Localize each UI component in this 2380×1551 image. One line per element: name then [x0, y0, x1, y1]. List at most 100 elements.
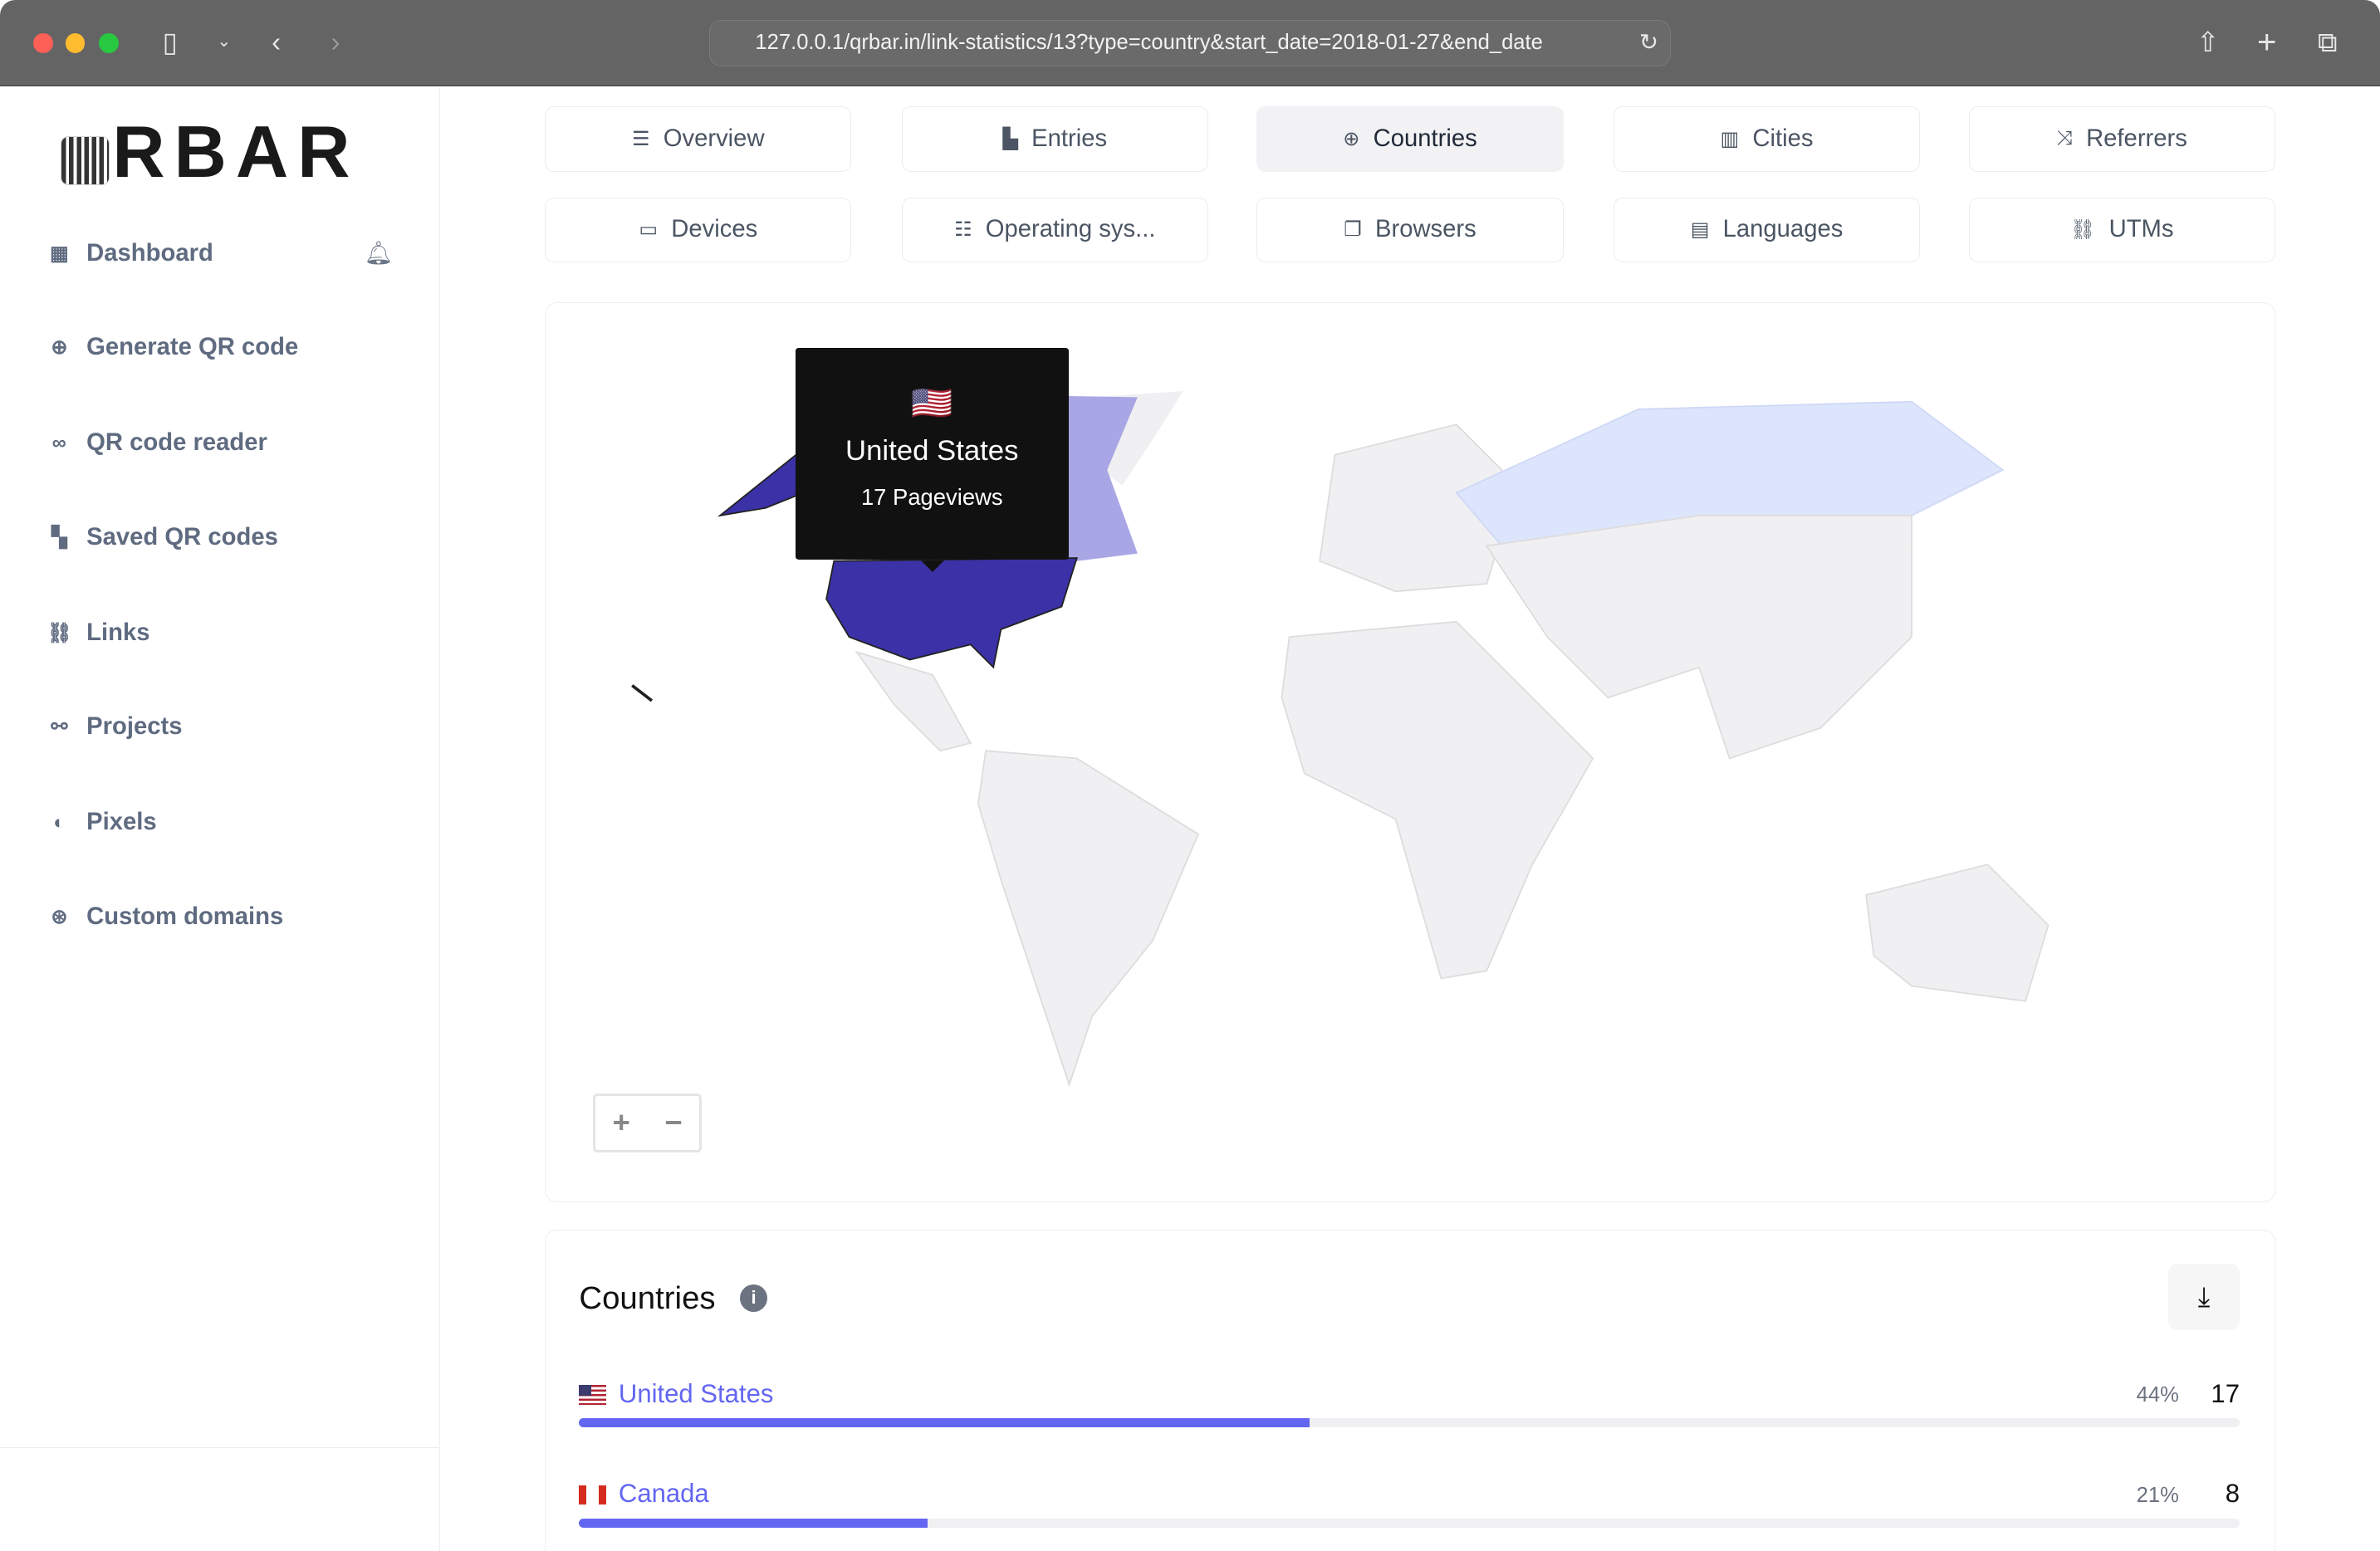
map-tooltip: 🇺🇸 United States 17 Pageviews — [795, 347, 1069, 573]
us-flag-icon — [579, 1384, 607, 1405]
download-button[interactable]: ⤓ — [2168, 1263, 2240, 1331]
tooltip-value: 17 Pageviews — [860, 484, 1003, 511]
sidebar-item-generate-qr[interactable]: ⊕ Generate QR code — [47, 334, 299, 361]
share-icon[interactable]: ⇧ — [2196, 24, 2220, 61]
tab-label: Referrers — [2086, 125, 2187, 152]
sidebar-item-links[interactable]: ⛓ Links — [47, 619, 150, 647]
tab-entries[interactable]: ▙ Entries — [901, 105, 1208, 172]
forward-icon[interactable]: › — [331, 24, 340, 61]
tab-label: Overview — [663, 125, 765, 152]
link-icon: ⛓ — [47, 621, 72, 644]
tab-browsers[interactable]: ❐ Browsers — [1256, 197, 1564, 263]
tab-label: UTMs — [2108, 216, 2174, 243]
map-australia — [1865, 863, 2049, 1002]
tab-referrers[interactable]: ⤨ Referrers — [1968, 105, 2275, 172]
table-icon: ▦ — [50, 242, 69, 265]
sidebar-item-label: Links — [86, 619, 150, 646]
tab-label: Operating sys... — [985, 216, 1156, 243]
zoom-in-button[interactable]: + — [595, 1096, 648, 1150]
tabs-overview-icon[interactable]: ⧉ — [2318, 24, 2337, 61]
country-count: 8 — [2225, 1479, 2240, 1509]
laptop-icon: ▭ — [639, 218, 658, 242]
qr-logo-icon — [61, 136, 110, 185]
server-icon: ☷ — [954, 218, 972, 242]
address-bar[interactable]: 127.0.0.1/qrbar.in/link-statistics/13?ty… — [708, 19, 1672, 67]
chart-icon: ▙ — [1002, 127, 1018, 150]
sidebar-item-custom-domains[interactable]: ⊛ Custom domains — [47, 903, 284, 931]
globe-icon: ⊕ — [1343, 127, 1360, 150]
url-text: 127.0.0.1/qrbar.in/link-statistics/13?ty… — [755, 30, 1543, 54]
qr-icon: ▚ — [51, 526, 67, 549]
new-tab-icon[interactable]: + — [2257, 24, 2276, 61]
country-link[interactable]: Canada — [619, 1479, 709, 1509]
globe-icon: ⊛ — [51, 905, 68, 928]
tab-label: Cities — [1752, 125, 1814, 152]
plus-circle-icon: ⊕ — [51, 336, 68, 360]
logo[interactable]: RBAR — [61, 110, 360, 193]
map-usa — [825, 556, 1079, 669]
sidebar-footer-divider — [0, 1446, 439, 1448]
tab-cities[interactable]: ▥ Cities — [1613, 105, 1921, 172]
countries-title: Countries — [579, 1279, 716, 1316]
sidebar-item-label: Custom domains — [86, 903, 284, 930]
city-icon: ▥ — [1720, 127, 1739, 150]
sidebar-item-saved-qr[interactable]: ▚ Saved QR codes — [47, 524, 278, 551]
close-window-button[interactable] — [33, 33, 53, 53]
sidebar-item-dashboard[interactable]: ▦ Dashboard — [47, 240, 213, 267]
country-count: 17 — [2211, 1378, 2240, 1408]
tab-label: Countries — [1373, 125, 1477, 152]
map-hawaii — [631, 683, 654, 702]
window-icon: ❐ — [1344, 218, 1362, 242]
sidebar-item-label: Dashboard — [86, 239, 213, 267]
progress-fill — [579, 1518, 928, 1528]
info-icon[interactable]: i — [740, 1284, 768, 1313]
country-progress-bar — [579, 1518, 2240, 1528]
tab-utms[interactable]: ⛓ UTMs — [1968, 197, 2275, 263]
sidebar-item-label: Projects — [86, 713, 183, 741]
chevron-down-icon[interactable]: ⌄ — [217, 24, 231, 61]
sidebar-item-projects[interactable]: ⚯ Projects — [47, 713, 183, 741]
tab-languages[interactable]: ▤ Languages — [1613, 197, 1921, 263]
zoom-out-button[interactable]: − — [648, 1096, 700, 1150]
half-circle-icon: ◐ — [53, 810, 66, 834]
sidebar-item-label: Saved QR codes — [86, 523, 278, 550]
back-icon[interactable]: ‹ — [272, 24, 281, 61]
browser-toolbar: ▯ ⌄ ‹ › 127.0.0.1/qrbar.in/link-statisti… — [0, 0, 2380, 87]
tab-operating-systems[interactable]: ☷ Operating sys... — [901, 197, 1208, 263]
tab-devices[interactable]: ▭ Devices — [545, 197, 852, 263]
sidebar-item-label: Generate QR code — [86, 334, 299, 361]
sidebar-item-pixels[interactable]: ◐ Pixels — [47, 809, 157, 836]
glasses-icon: ∞ — [51, 431, 66, 454]
us-flag-icon: 🇺🇸 — [911, 384, 953, 423]
tab-label: Browsers — [1374, 216, 1476, 243]
sidebar-item-qr-reader[interactable]: ∞ QR code reader — [47, 429, 267, 457]
tab-countries[interactable]: ⊕ Countries — [1256, 105, 1564, 172]
download-icon: ⤓ — [2197, 1280, 2211, 1312]
sidebar-item-label: QR code reader — [86, 429, 267, 457]
minimize-window-button[interactable] — [65, 33, 86, 53]
sidebar-item-label: Pixels — [86, 809, 157, 836]
map-south-america — [977, 749, 1200, 1087]
sidebar-toggle-icon[interactable]: ▯ — [163, 24, 178, 61]
bell-icon[interactable]: 🔔︎ — [365, 240, 394, 267]
shuffle-icon: ⤨ — [2056, 127, 2073, 150]
countries-card: Countries i ⤓ United States 44% 17 Canad… — [545, 1229, 2275, 1551]
tab-label: Devices — [671, 216, 758, 243]
sidebar: RBAR ▦ Dashboard ⊕ Generate QR code ∞ QR co… — [0, 88, 441, 1551]
maximize-window-button[interactable] — [98, 33, 119, 53]
language-icon: ▤ — [1690, 218, 1710, 242]
tooltip-country: United States — [845, 435, 1019, 467]
projects-icon: ⚯ — [51, 716, 68, 739]
logo-text: RBAR — [112, 110, 360, 193]
country-progress-bar — [579, 1418, 2240, 1428]
map-zoom-controls: + − — [592, 1094, 703, 1153]
progress-fill — [579, 1418, 1310, 1428]
ca-flag-icon — [579, 1485, 607, 1505]
country-link[interactable]: United States — [619, 1379, 773, 1409]
map-central-america — [855, 650, 972, 751]
reload-icon[interactable]: ↻ — [1639, 24, 1658, 61]
tab-overview[interactable]: ☰ Overview — [545, 105, 852, 172]
country-percent: 44% — [2136, 1383, 2179, 1407]
tab-label: Languages — [1722, 216, 1844, 243]
map-alaska — [717, 453, 805, 517]
